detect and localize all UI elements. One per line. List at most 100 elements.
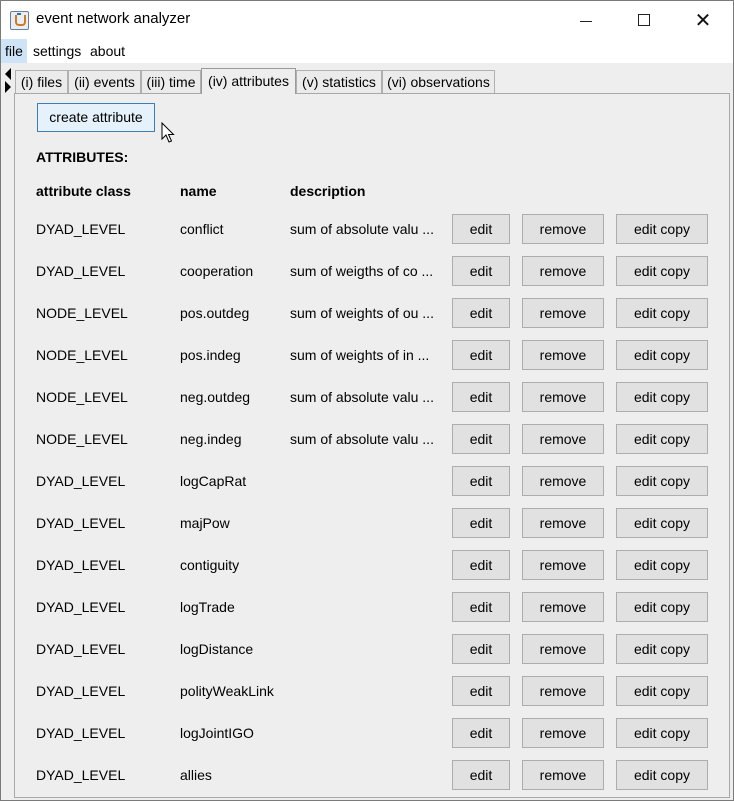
- edit-button[interactable]: edit: [452, 298, 510, 328]
- edit-copy-button[interactable]: edit copy: [616, 592, 708, 622]
- edit-button[interactable]: edit: [452, 340, 510, 370]
- attributes-heading: ATTRIBUTES:: [36, 149, 129, 165]
- edit-copy-button[interactable]: edit copy: [616, 676, 708, 706]
- attribute-name-cell: logCapRat: [180, 473, 247, 489]
- attribute-name-cell: polityWeakLink: [180, 683, 274, 699]
- table-row: NODE_LEVEL neg.indeg sum of absolute valu …: [1, 423, 733, 455]
- attribute-description-cell: sum of absolute valu ...: [290, 221, 434, 237]
- table-row: DYAD_LEVEL contiguity edit remove edit copy: [1, 549, 733, 581]
- menu-file[interactable]: file: [1, 39, 27, 63]
- attribute-name-cell: pos.outdeg: [180, 305, 250, 321]
- edit-copy-button[interactable]: edit copy: [616, 214, 708, 244]
- edit-copy-button[interactable]: edit copy: [616, 298, 708, 328]
- tab-scroll-left-icon[interactable]: [5, 68, 11, 80]
- edit-button[interactable]: edit: [452, 718, 510, 748]
- attribute-description-cell: [290, 465, 440, 497]
- table-row: NODE_LEVEL neg.outdeg sum of absolute valu…: [1, 381, 733, 413]
- table-row: DYAD_LEVEL logTrade edit remove edit copy: [1, 591, 733, 623]
- attribute-description-cell: [290, 591, 440, 623]
- menu-settings[interactable]: settings: [29, 39, 85, 63]
- tab-statistics[interactable]: (v) statistics: [296, 70, 382, 93]
- attribute-description-cell: sum of weights of ou ...: [290, 305, 434, 321]
- tab-time[interactable]: (iii) time: [141, 70, 201, 93]
- edit-copy-button[interactable]: edit copy: [616, 634, 708, 664]
- attribute-description-cell: [290, 675, 440, 707]
- table-row: DYAD_LEVEL logJointIGO edit remove edit copy: [1, 717, 733, 749]
- edit-button[interactable]: edit: [452, 466, 510, 496]
- remove-button[interactable]: remove: [522, 298, 604, 328]
- edit-button[interactable]: edit: [452, 256, 510, 286]
- tab-events[interactable]: (ii) events: [68, 70, 141, 93]
- edit-button[interactable]: edit: [452, 550, 510, 580]
- remove-button[interactable]: remove: [522, 508, 604, 538]
- attribute-class-cell: DYAD_LEVEL: [36, 557, 126, 573]
- edit-button[interactable]: edit: [452, 760, 510, 790]
- attribute-description-cell: sum of absolute valu ...: [290, 431, 434, 447]
- edit-button[interactable]: edit: [452, 424, 510, 454]
- minimize-button[interactable]: [557, 1, 615, 39]
- tab-files[interactable]: (i) files: [15, 70, 68, 93]
- attribute-name-cell: majPow: [180, 515, 230, 531]
- attribute-class-cell: DYAD_LEVEL: [36, 683, 126, 699]
- table-row: DYAD_LEVEL majPow edit remove edit copy: [1, 507, 733, 539]
- tab-scroll-right-icon[interactable]: [5, 81, 11, 93]
- attribute-class-cell: DYAD_LEVEL: [36, 263, 126, 279]
- table-row: NODE_LEVEL pos.outdeg sum of weights of ou…: [1, 297, 733, 329]
- menu-bar: file settings about: [1, 39, 733, 63]
- edit-copy-button[interactable]: edit copy: [616, 340, 708, 370]
- attribute-name-cell: conflict: [180, 221, 224, 237]
- edit-button[interactable]: edit: [452, 382, 510, 412]
- remove-button[interactable]: remove: [522, 718, 604, 748]
- remove-button[interactable]: remove: [522, 340, 604, 370]
- maximize-button[interactable]: [615, 1, 673, 39]
- table-row: DYAD_LEVEL polityWeakLink edit remove edit c…: [1, 675, 733, 707]
- tab-observations[interactable]: (vi) observations: [382, 70, 495, 93]
- edit-copy-button[interactable]: edit copy: [616, 760, 708, 790]
- edit-button[interactable]: edit: [452, 592, 510, 622]
- edit-copy-button[interactable]: edit copy: [616, 256, 708, 286]
- edit-button[interactable]: edit: [452, 214, 510, 244]
- remove-button[interactable]: remove: [522, 256, 604, 286]
- menu-about[interactable]: about: [86, 39, 129, 63]
- table-row: NODE_LEVEL pos.indeg sum of weights of in …: [1, 339, 733, 371]
- attribute-class-cell: NODE_LEVEL: [36, 389, 128, 405]
- attribute-description-cell: sum of weigths of co ...: [290, 263, 434, 279]
- attribute-name-cell: logTrade: [180, 599, 235, 615]
- attribute-class-cell: NODE_LEVEL: [36, 347, 128, 363]
- attribute-description-cell: [290, 549, 440, 581]
- edit-copy-button[interactable]: edit copy: [616, 508, 708, 538]
- create-attribute-button[interactable]: create attribute: [37, 103, 155, 132]
- close-button[interactable]: ✕: [674, 1, 732, 39]
- attribute-class-cell: NODE_LEVEL: [36, 431, 128, 447]
- attribute-class-cell: DYAD_LEVEL: [36, 767, 126, 783]
- remove-button[interactable]: remove: [522, 592, 604, 622]
- edit-button[interactable]: edit: [452, 676, 510, 706]
- remove-button[interactable]: remove: [522, 676, 604, 706]
- title-bar[interactable]: event network analyzer ✕: [1, 1, 733, 39]
- remove-button[interactable]: remove: [522, 214, 604, 244]
- remove-button[interactable]: remove: [522, 760, 604, 790]
- table-row: DYAD_LEVEL logDistance edit remove edit copy: [1, 633, 733, 665]
- edit-button[interactable]: edit: [452, 508, 510, 538]
- tab-attributes[interactable]: (iv) attributes: [201, 68, 296, 94]
- edit-copy-button[interactable]: edit copy: [616, 424, 708, 454]
- remove-button[interactable]: remove: [522, 466, 604, 496]
- edit-copy-button[interactable]: edit copy: [616, 382, 708, 412]
- attribute-name-cell: allies: [180, 767, 212, 783]
- attribute-name-cell: pos.indeg: [180, 347, 241, 363]
- table-row: DYAD_LEVEL conflict sum of absolute valu .…: [1, 213, 733, 245]
- minimize-icon: [580, 20, 592, 22]
- edit-copy-button[interactable]: edit copy: [616, 466, 708, 496]
- remove-button[interactable]: remove: [522, 634, 604, 664]
- edit-button[interactable]: edit: [452, 634, 510, 664]
- attribute-name-cell: logJointIGO: [180, 725, 254, 741]
- edit-copy-button[interactable]: edit copy: [616, 550, 708, 580]
- attribute-name-cell: neg.indeg: [180, 431, 242, 447]
- edit-copy-button[interactable]: edit copy: [616, 718, 708, 748]
- attribute-class-cell: DYAD_LEVEL: [36, 515, 126, 531]
- remove-button[interactable]: remove: [522, 550, 604, 580]
- remove-button[interactable]: remove: [522, 424, 604, 454]
- table-row: DYAD_LEVEL logCapRat edit remove edit copy: [1, 465, 733, 497]
- column-header-description: description: [290, 183, 366, 199]
- remove-button[interactable]: remove: [522, 382, 604, 412]
